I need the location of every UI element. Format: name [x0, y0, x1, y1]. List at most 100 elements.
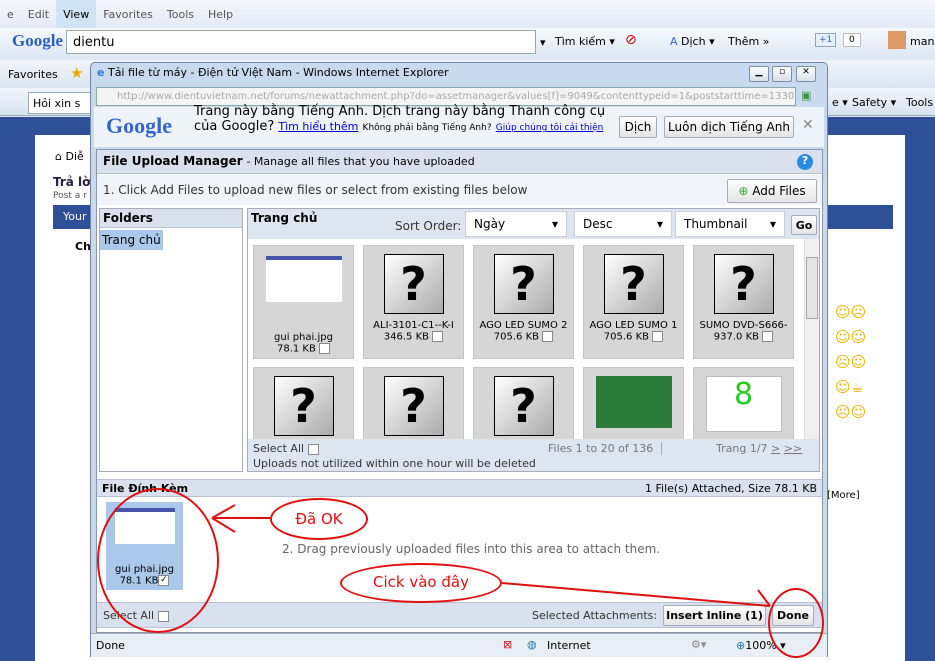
- zone-text: Internet: [547, 639, 591, 652]
- selected-attachments-label: Selected Attachments:: [532, 609, 658, 622]
- file-checkbox[interactable]: [542, 331, 554, 342]
- sort-label: Sort Order:: [395, 219, 462, 233]
- file-size: 705.6 KB: [603, 331, 650, 343]
- view-mode-select[interactable]: Thumbnail ▾: [675, 211, 785, 237]
- file-size: 346.5 KB: [383, 331, 430, 343]
- file-tile[interactable]: 8: [693, 367, 794, 439]
- file-tile[interactable]: ? ALI-3101-C1--K-I 346.5 KB: [363, 245, 464, 359]
- tim-kiem-button[interactable]: Tìm kiếm ▾: [555, 35, 615, 48]
- maximize-button[interactable]: ▫: [772, 66, 792, 82]
- popup-blocker-icon[interactable]: ⊘: [625, 32, 637, 48]
- file-tile[interactable]: ? AGO LED SUMO 2 705.6 KB: [473, 245, 574, 359]
- google-toolbar: Google dientu ▾ Tìm kiếm ▾ ⊘ A Dịch ▾ Th…: [0, 28, 935, 58]
- add-files-button[interactable]: ⊕ Add Files: [727, 179, 817, 203]
- unknown-file-icon: ?: [383, 254, 444, 314]
- insert-inline-button[interactable]: Insert Inline (1): [663, 605, 766, 626]
- file-name: gui phai.jpg: [274, 332, 333, 343]
- menu-favorites[interactable]: Favorites: [96, 0, 160, 21]
- step2-text: 2. Drag previously uploaded files into t…: [282, 542, 661, 556]
- file-name: AGO LED SUMO 2: [479, 320, 568, 331]
- post-note: Post a r: [53, 191, 87, 201]
- select-all-files[interactable]: Select All: [253, 442, 319, 455]
- file-tile[interactable]: [583, 367, 684, 439]
- plus-one-count: 0: [843, 33, 861, 47]
- go-button[interactable]: Go: [791, 215, 817, 235]
- more-button[interactable]: Thêm »: [728, 35, 769, 48]
- always-translate-button[interactable]: Luôn dịch Tiếng Anh: [664, 116, 794, 138]
- file-name: SUMO DVD-S666-: [699, 320, 788, 331]
- user-avatar[interactable]: [888, 31, 906, 49]
- file-checkbox[interactable]: [652, 331, 664, 342]
- user-name[interactable]: manh: [910, 35, 935, 48]
- protected-mode-icon[interactable]: ⚙▾: [691, 638, 706, 651]
- unknown-file-icon: ?: [383, 376, 444, 436]
- plus-circle-icon: ⊕: [738, 184, 749, 198]
- screenshot-thumbnail: 8: [705, 376, 782, 432]
- dich-label: Dịch ▾: [681, 35, 715, 48]
- sort-direction-select[interactable]: Desc ▾: [574, 211, 672, 237]
- file-tile[interactable]: ?: [473, 367, 574, 439]
- file-tile[interactable]: ?: [363, 367, 464, 439]
- attachments-info: 1 File(s) Attached, Size 78.1 KB: [645, 482, 817, 495]
- translate-message: Trang này bằng Tiếng Anh. Dịch trang này…: [194, 104, 606, 134]
- file-tile[interactable]: gui phai.jpg 78.1 KB: [253, 245, 354, 359]
- file-name: ALI-3101-C1--K-I: [373, 320, 454, 331]
- close-translate-icon[interactable]: ✕: [802, 117, 814, 133]
- manager-title: File Upload Manager: [103, 154, 243, 168]
- globe-icon: ◍: [527, 638, 537, 651]
- blocked-icon: ⊠: [503, 638, 513, 651]
- learn-more-link[interactable]: Tìm hiểu thêm: [278, 120, 358, 133]
- sort-field-select[interactable]: Ngày ▾: [465, 211, 567, 237]
- unknown-file-icon: ?: [273, 376, 334, 436]
- search-dropdown-icon[interactable]: ▾: [540, 36, 546, 49]
- grid-scrollbar[interactable]: [804, 239, 819, 439]
- close-window-button[interactable]: ✕: [796, 66, 816, 82]
- favorites-button[interactable]: Favorites: [8, 68, 58, 81]
- folders-panel: Folders Trang chủ: [99, 208, 243, 472]
- unknown-file-icon: ?: [713, 254, 774, 314]
- help-icon[interactable]: ?: [797, 154, 813, 170]
- zoom-icon: ⊕: [736, 639, 746, 652]
- last-page-link[interactable]: >>: [784, 442, 802, 455]
- safety-menu[interactable]: Safety ▾: [852, 96, 896, 109]
- file-tile[interactable]: ?: [253, 367, 354, 439]
- select-all-checkbox[interactable]: [307, 443, 319, 455]
- file-tile[interactable]: ? AGO LED SUMO 1 705.6 KB: [583, 245, 684, 359]
- breadcrumb[interactable]: ⌂ Diễ: [55, 150, 84, 163]
- step1-text: 1. Click Add Files to upload new files o…: [97, 175, 822, 205]
- folders-header: Folders: [100, 209, 242, 228]
- menu-bar: e Edit View Favorites Tools Help: [0, 0, 935, 28]
- translate-button[interactable]: Dịch: [619, 116, 657, 138]
- plus-one-button[interactable]: +1: [815, 33, 837, 47]
- next-page-link[interactable]: >: [771, 442, 780, 455]
- file-tile[interactable]: ? SUMO DVD-S666- 937.0 KB: [693, 245, 794, 359]
- add-favorite-star-icon[interactable]: ★: [70, 64, 83, 82]
- menu-help[interactable]: Help: [201, 0, 240, 21]
- google-search-input[interactable]: dientu: [66, 30, 536, 54]
- menu-edit[interactable]: Edit: [21, 0, 56, 21]
- current-folder: Trang chủ: [251, 211, 318, 225]
- more-smilies-link[interactable]: [More]: [827, 490, 860, 501]
- menu-view[interactable]: View: [56, 0, 97, 28]
- files-count: Files 1 to 20 of 136: [548, 442, 663, 455]
- page-menu[interactable]: e ▾: [832, 96, 848, 109]
- help-improve-link[interactable]: Giúp chúng tôi cải thiện: [496, 123, 604, 133]
- google-logo: Google: [12, 31, 63, 50]
- minimize-button[interactable]: ▁: [749, 66, 769, 82]
- attachments-header: File Đính Kèm 1 File(s) Attached, Size 78…: [97, 479, 822, 497]
- translate-bar: Google Trang này bằng Tiếng Anh. Dịch tr…: [94, 104, 824, 147]
- file-checkbox[interactable]: [319, 343, 331, 354]
- translate-button[interactable]: A Dịch ▾: [670, 35, 715, 48]
- folder-trang-chu[interactable]: Trang chủ: [100, 230, 163, 250]
- menu-tools[interactable]: Tools: [160, 0, 201, 21]
- file-checkbox[interactable]: [762, 331, 774, 342]
- tools-menu[interactable]: Tools: [906, 96, 933, 109]
- window-title: Tải file từ máy - Điện tử Việt Nam - Win…: [107, 66, 449, 79]
- smilies-panel[interactable]: ☺☹ ☺☺ ☹☺ ☺☕ ☹☺: [835, 300, 880, 425]
- file-checkbox[interactable]: [432, 331, 444, 342]
- browser-tab[interactable]: Hỏi xin s: [28, 92, 98, 114]
- menu-file[interactable]: e: [0, 0, 21, 21]
- file-size: 78.1 KB: [276, 343, 316, 355]
- ie-icon: e: [97, 66, 105, 79]
- unknown-file-icon: ?: [493, 254, 554, 314]
